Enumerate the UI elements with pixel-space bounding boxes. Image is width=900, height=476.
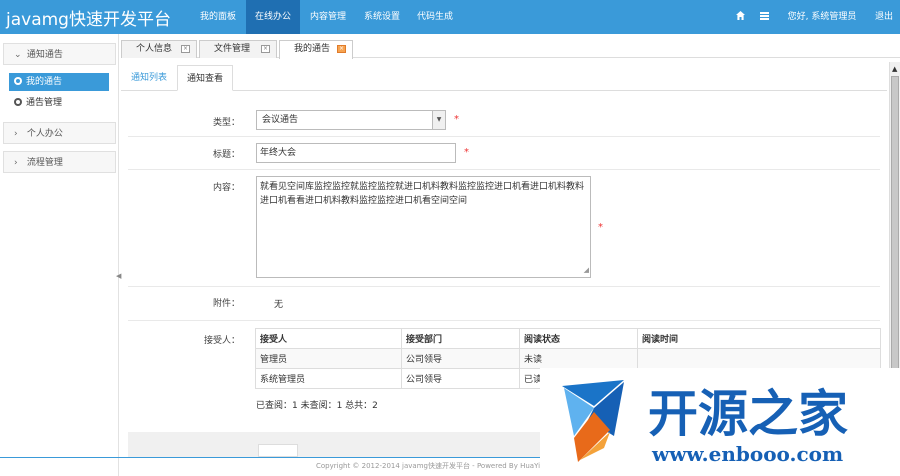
close-icon[interactable]: ×	[337, 45, 346, 53]
title-label: 标题：	[212, 150, 240, 160]
nav-online-office[interactable]: 在线办公	[246, 0, 300, 34]
home-icon[interactable]	[734, 10, 746, 22]
sidebar-section-notices[interactable]: ⌄ 通知通告	[3, 43, 116, 65]
content-textarea[interactable]: 就看见空间库监控监控就监控监控就进口机料教料监控监控进口机看进口机料教料进口机看…	[256, 176, 591, 278]
tab-label: 文件管理	[214, 44, 251, 54]
column-header: 阅读时间	[637, 328, 881, 349]
sidebar-collapse-icon[interactable]: ◀	[116, 272, 121, 280]
nav-content-management[interactable]: 内容管理	[302, 0, 354, 34]
sidebar-section-personal-office[interactable]: › 个人办公	[3, 122, 116, 144]
user-greeting[interactable]: 您好, 系统管理员	[782, 0, 862, 34]
table-cell: 公司领导	[401, 368, 520, 389]
content-label: 内容：	[212, 183, 240, 193]
table-cell: 管理员	[255, 348, 402, 369]
type-label: 类型：	[212, 118, 240, 128]
footer-divider	[0, 457, 540, 458]
sidebar-item-label: 我的通告	[26, 77, 63, 87]
scroll-up-icon[interactable]: ▲	[892, 65, 897, 73]
tab-notice-view[interactable]: 通知查看	[177, 65, 234, 91]
menu-grid-icon[interactable]	[758, 10, 770, 22]
circle-arrow-icon	[14, 98, 22, 106]
table-row: 管理员 公司领导 未读	[255, 348, 881, 369]
title-input[interactable]: 年终大会	[256, 143, 456, 163]
sidebar-item-my-notices[interactable]: 我的通告	[9, 73, 109, 91]
attachment-value: 无	[274, 300, 284, 310]
tab-notice-list[interactable]: 通知列表	[122, 65, 176, 91]
type-select[interactable]: 会议通告 ▼	[256, 110, 446, 130]
table-cell: 公司领导	[401, 348, 520, 369]
nav-code-generation[interactable]: 代码生成	[410, 0, 460, 34]
sidebar-section-label: 通知通告	[26, 50, 63, 60]
watermark-logo-icon	[562, 380, 624, 462]
chevron-down-icon: ⌄	[14, 50, 22, 60]
row-divider	[128, 136, 880, 137]
tab-personal-info[interactable]: 个人信息 ×	[121, 40, 197, 58]
copyright-footer: Copyright © 2012-2014 javamg快速开发平台 - Pow…	[316, 462, 545, 470]
column-header: 阅读状态	[519, 328, 638, 349]
sidebar-section-workflow[interactable]: › 流程管理	[3, 151, 116, 173]
sub-tab-bar: 通知列表 通知查看	[121, 62, 887, 91]
resize-handle-icon[interactable]: ◢	[584, 263, 589, 277]
table-cell: 未读	[519, 348, 638, 369]
sidebar: ⌄ 通知通告 我的通告 通告管理 › 个人办公 › 流程管理 ◀	[0, 34, 121, 476]
table-cell	[637, 348, 881, 369]
recipients-label: 接受人：	[203, 336, 240, 346]
chevron-right-icon: ›	[14, 129, 18, 139]
back-button[interactable]	[258, 444, 298, 457]
site-watermark: 开源之家 www.enbooo.com	[540, 368, 900, 476]
row-divider	[128, 286, 880, 287]
brand-title[interactable]: javamg快速开发平台	[6, 5, 171, 30]
row-divider	[128, 169, 880, 170]
table-cell: 系统管理员	[255, 368, 402, 389]
tab-label: 个人信息	[136, 44, 173, 54]
type-select-value: 会议通告	[262, 115, 299, 125]
column-header: 接受人	[255, 328, 402, 349]
table-header-row: 接受人 接受部门 阅读状态 阅读时间	[255, 328, 881, 349]
tab-file-management[interactable]: 文件管理 ×	[199, 40, 277, 58]
required-mark: *	[598, 222, 603, 233]
logout-link[interactable]: 退出	[870, 0, 898, 34]
column-header: 接受部门	[401, 328, 520, 349]
top-navbar: javamg快速开发平台 我的面板 在线办公 内容管理 系统设置 代码生成 您好…	[0, 0, 900, 34]
page-tab-bar: 个人信息 × 文件管理 × 我的通告 ×	[121, 38, 900, 59]
close-icon[interactable]: ×	[181, 45, 190, 53]
content-text: 就看见空间库监控监控就监控监控就进口机料教料监控监控进口机看进口机料教料进口机看…	[260, 182, 585, 206]
sidebar-item-label: 通告管理	[26, 98, 63, 108]
sidebar-section-label: 流程管理	[26, 158, 63, 168]
required-mark: *	[454, 114, 459, 125]
required-mark: *	[464, 147, 469, 158]
close-icon[interactable]: ×	[261, 45, 270, 53]
watermark-title: 开源之家	[648, 385, 848, 443]
attachment-label: 附件：	[212, 299, 240, 309]
sidebar-item-notice-management[interactable]: 通告管理	[9, 94, 109, 112]
sidebar-section-label: 个人办公	[26, 129, 63, 139]
watermark-url: www.enbooo.com	[652, 442, 844, 466]
chevron-right-icon: ›	[14, 158, 18, 168]
circle-arrow-icon	[14, 77, 22, 85]
tab-my-notices[interactable]: 我的通告 ×	[279, 40, 353, 59]
chevron-down-icon[interactable]: ▼	[432, 111, 445, 129]
nav-dashboard[interactable]: 我的面板	[192, 0, 244, 34]
row-divider	[128, 320, 880, 321]
tab-label: 我的通告	[294, 44, 331, 54]
nav-system-settings[interactable]: 系统设置	[356, 0, 408, 34]
read-summary: 已查阅：1 未查阅：1 总共：2	[256, 401, 378, 411]
